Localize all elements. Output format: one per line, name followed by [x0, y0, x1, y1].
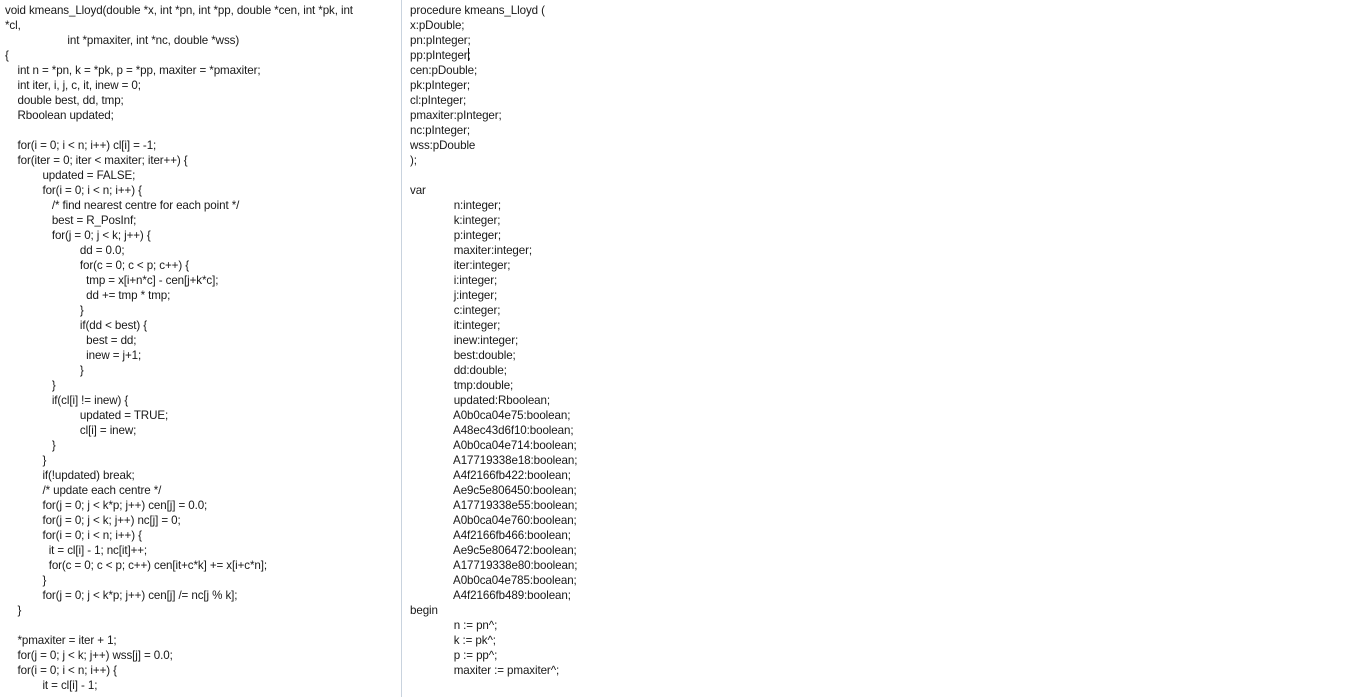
code-line[interactable]: maxiter := pmaxiter^; [410, 663, 1364, 678]
code-line[interactable]: n:integer; [410, 198, 1364, 213]
code-line[interactable]: A0b0ca04e714:boolean; [410, 438, 1364, 453]
code-line[interactable] [5, 123, 401, 138]
code-line[interactable]: for(j = 0; j < k; j++) { [5, 228, 401, 243]
code-line[interactable]: A0b0ca04e75:boolean; [410, 408, 1364, 423]
code-line[interactable]: for(j = 0; j < k*p; j++) cen[j] /= nc[j … [5, 588, 401, 603]
code-line[interactable]: iter:integer; [410, 258, 1364, 273]
code-line[interactable]: for(iter = 0; iter < maxiter; iter++) { [5, 153, 401, 168]
code-line[interactable]: var [410, 183, 1364, 198]
code-line[interactable]: best = dd; [5, 333, 401, 348]
pascal-code-surface[interactable]: procedure kmeans_Lloyd (x:pDouble; pn:pIn… [402, 0, 1364, 678]
code-line[interactable]: updated = TRUE; [5, 408, 401, 423]
code-line[interactable]: p:integer; [410, 228, 1364, 243]
code-line[interactable]: pn:pInteger; [410, 33, 1364, 48]
code-line-text: pp:pInteger [410, 49, 468, 62]
code-line[interactable]: cen:pDouble; [410, 63, 1364, 78]
code-line[interactable]: for(i = 0; i < n; i++) { [5, 528, 401, 543]
code-line[interactable]: updated:Rboolean; [410, 393, 1364, 408]
code-line[interactable]: begin [410, 603, 1364, 618]
code-line[interactable]: } [5, 363, 401, 378]
code-line[interactable]: if(!updated) break; [5, 468, 401, 483]
code-line[interactable]: { [5, 48, 401, 63]
code-line[interactable]: c:integer; [410, 303, 1364, 318]
code-line[interactable]: if(cl[i] != inew) { [5, 393, 401, 408]
code-line[interactable]: *pmaxiter = iter + 1; [5, 633, 401, 648]
code-line[interactable]: } [5, 438, 401, 453]
code-line[interactable]: updated = FALSE; [5, 168, 401, 183]
code-line[interactable]: cl:pInteger; [410, 93, 1364, 108]
code-line[interactable]: for(j = 0; j < k; j++) wss[j] = 0.0; [5, 648, 401, 663]
code-line[interactable]: int *pmaxiter, int *nc, double *wss) [5, 33, 401, 48]
code-line[interactable]: tmp:double; [410, 378, 1364, 393]
code-line[interactable]: A17719338e80:boolean; [410, 558, 1364, 573]
pascal-source-pane[interactable]: procedure kmeans_Lloyd (x:pDouble; pn:pIn… [401, 0, 1364, 697]
code-line[interactable]: for(i = 0; i < n; i++) { [5, 663, 401, 678]
code-line[interactable]: A4f2166fb422:boolean; [410, 468, 1364, 483]
code-line[interactable]: n := pn^; [410, 618, 1364, 633]
code-line[interactable]: maxiter:integer; [410, 243, 1364, 258]
code-line[interactable]: A17719338e18:boolean; [410, 453, 1364, 468]
code-line[interactable]: for(c = 0; c < p; c++) { [5, 258, 401, 273]
code-line[interactable]: *cl, [5, 18, 401, 33]
code-line[interactable]: A0b0ca04e785:boolean; [410, 573, 1364, 588]
code-line[interactable]: for(j = 0; j < k*p; j++) cen[j] = 0.0; [5, 498, 401, 513]
code-line[interactable]: for(i = 0; i < n; i++) { [5, 183, 401, 198]
code-line[interactable]: inew:integer; [410, 333, 1364, 348]
code-line[interactable]: for(c = 0; c < p; c++) cen[it+c*k] += x[… [5, 558, 401, 573]
code-line[interactable]: A48ec43d6f10:boolean; [410, 423, 1364, 438]
c-code-surface[interactable]: void kmeans_Lloyd(double *x, int *pn, in… [0, 0, 401, 693]
code-line[interactable]: j:integer; [410, 288, 1364, 303]
code-line[interactable]: ); [410, 153, 1364, 168]
code-line[interactable]: pk:pInteger; [410, 78, 1364, 93]
code-line[interactable]: double best, dd, tmp; [5, 93, 401, 108]
code-line[interactable]: pp:pInteger; [410, 48, 1364, 63]
code-line[interactable]: dd += tmp * tmp; [5, 288, 401, 303]
code-line[interactable]: Rboolean updated; [5, 108, 401, 123]
code-line[interactable]: } [5, 603, 401, 618]
code-line[interactable]: it = cl[i] - 1; [5, 678, 401, 693]
code-line[interactable]: } [5, 453, 401, 468]
code-line[interactable]: it = cl[i] - 1; nc[it]++; [5, 543, 401, 558]
code-comparison-workspace: void kmeans_Lloyd(double *x, int *pn, in… [0, 0, 1364, 697]
code-line[interactable]: } [5, 378, 401, 393]
code-line[interactable]: /* update each centre */ [5, 483, 401, 498]
code-line[interactable]: A0b0ca04e760:boolean; [410, 513, 1364, 528]
code-line[interactable]: wss:pDouble [410, 138, 1364, 153]
code-line[interactable]: k := pk^; [410, 633, 1364, 648]
code-line[interactable]: nc:pInteger; [410, 123, 1364, 138]
code-line[interactable] [410, 168, 1364, 183]
c-source-pane[interactable]: void kmeans_Lloyd(double *x, int *pn, in… [0, 0, 401, 697]
code-line[interactable]: best:double; [410, 348, 1364, 363]
code-line[interactable]: dd:double; [410, 363, 1364, 378]
code-line[interactable]: for(i = 0; i < n; i++) cl[i] = -1; [5, 138, 401, 153]
code-line[interactable]: procedure kmeans_Lloyd ( [410, 3, 1364, 18]
code-line[interactable]: tmp = x[i+n*c] - cen[j+k*c]; [5, 273, 401, 288]
code-line[interactable]: p := pp^; [410, 648, 1364, 663]
code-line[interactable]: dd = 0.0; [5, 243, 401, 258]
code-line[interactable]: int iter, i, j, c, it, inew = 0; [5, 78, 401, 93]
code-line[interactable] [5, 618, 401, 633]
code-line[interactable]: inew = j+1; [5, 348, 401, 363]
code-line[interactable]: Ae9c5e806450:boolean; [410, 483, 1364, 498]
code-line[interactable]: it:integer; [410, 318, 1364, 333]
code-line[interactable]: best = R_PosInf; [5, 213, 401, 228]
code-line[interactable]: } [5, 573, 401, 588]
code-line[interactable]: A17719338e55:boolean; [410, 498, 1364, 513]
code-line[interactable]: A4f2166fb466:boolean; [410, 528, 1364, 543]
code-line[interactable]: } [5, 303, 401, 318]
code-line[interactable]: k:integer; [410, 213, 1364, 228]
code-line[interactable]: if(dd < best) { [5, 318, 401, 333]
code-line[interactable]: cl[i] = inew; [5, 423, 401, 438]
code-line[interactable]: pmaxiter:pInteger; [410, 108, 1364, 123]
code-line[interactable]: Ae9c5e806472:boolean; [410, 543, 1364, 558]
code-line[interactable]: void kmeans_Lloyd(double *x, int *pn, in… [5, 3, 401, 18]
code-line[interactable]: int n = *pn, k = *pk, p = *pp, maxiter =… [5, 63, 401, 78]
code-line[interactable]: x:pDouble; [410, 18, 1364, 33]
code-line[interactable]: for(j = 0; j < k; j++) nc[j] = 0; [5, 513, 401, 528]
code-line-text-tail: ; [467, 49, 471, 62]
code-line[interactable]: /* find nearest centre for each point */ [5, 198, 401, 213]
code-line[interactable]: i:integer; [410, 273, 1364, 288]
code-line[interactable]: A4f2166fb489:boolean; [410, 588, 1364, 603]
